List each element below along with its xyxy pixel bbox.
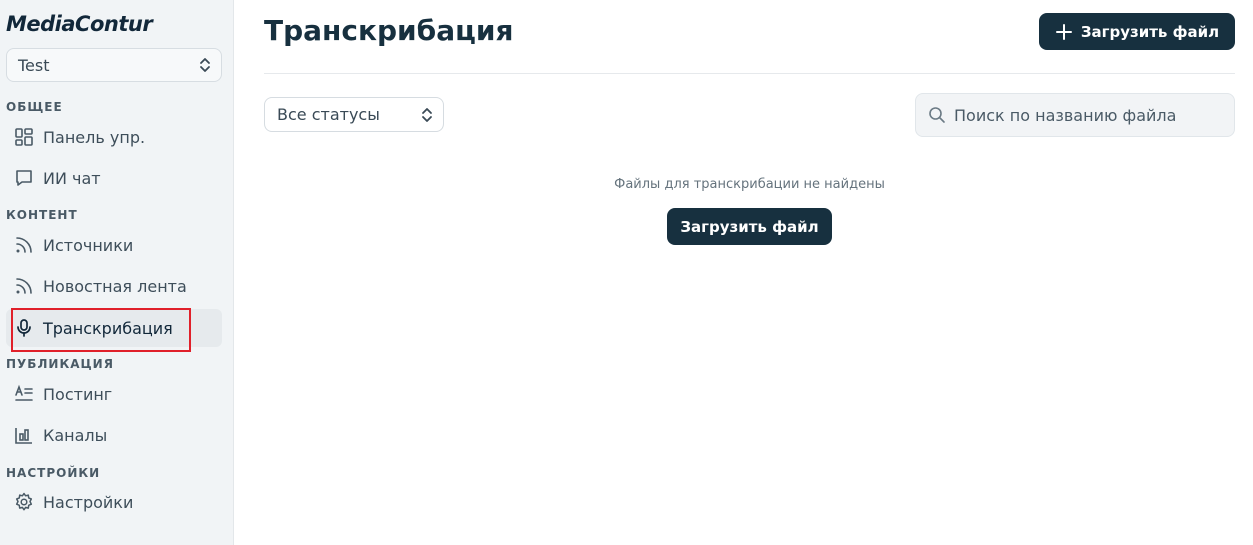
search-icon	[929, 107, 945, 123]
plus-icon	[1055, 23, 1072, 40]
chat-icon	[13, 167, 35, 189]
section-title-publication: ПУБЛИКАЦИЯ	[6, 357, 114, 371]
upload-file-button-label: Загрузить файл	[1080, 22, 1220, 41]
status-filter-select[interactable]: Все статусы	[264, 97, 444, 132]
workspace-select[interactable]: Test	[6, 48, 222, 82]
text-align-icon	[13, 383, 35, 405]
bar-chart-icon	[13, 424, 35, 446]
sidebar-item-label: Постинг	[43, 384, 113, 404]
section-title-content: КОНТЕНТ	[6, 208, 78, 222]
sidebar: MediaContur Test ОБЩЕЕ Панель упр. ИИ ча…	[0, 0, 234, 545]
search-input[interactable]	[954, 105, 1224, 125]
dashboard-icon	[13, 126, 35, 148]
rss-icon	[13, 275, 35, 297]
page-title: Транскрибация	[264, 14, 514, 47]
sidebar-item-label: Настройки	[43, 492, 134, 512]
section-title-settings: НАСТРОЙКИ	[6, 466, 101, 480]
gear-icon	[13, 491, 35, 513]
app-logo: MediaContur	[6, 12, 153, 36]
search-box	[915, 93, 1235, 137]
workspace-select-value: Test	[18, 55, 50, 75]
sidebar-item-label: Новостная лента	[43, 276, 187, 296]
sidebar-item-ai-chat[interactable]: ИИ чат	[6, 159, 222, 197]
empty-state-message: Файлы для транскрибации не найдены	[614, 177, 885, 192]
sidebar-item-label: Транскрибация	[43, 318, 173, 338]
upload-file-button[interactable]: Загрузить файл	[1039, 13, 1235, 50]
sidebar-item-sources[interactable]: Источники	[6, 226, 222, 264]
microphone-icon	[13, 317, 35, 339]
header-divider	[264, 73, 1235, 74]
sidebar-item-label: Панель упр.	[43, 127, 146, 147]
sidebar-item-settings[interactable]: Настройки	[6, 483, 222, 521]
sidebar-item-label: Каналы	[43, 425, 108, 445]
sidebar-item-news-feed[interactable]: Новостная лента	[6, 267, 222, 305]
sidebar-item-channels[interactable]: Каналы	[6, 416, 222, 454]
sidebar-item-transcription[interactable]: Транскрибация	[6, 309, 222, 347]
empty-state-upload-button[interactable]: Загрузить файл	[667, 208, 832, 245]
sidebar-item-label: ИИ чат	[43, 168, 101, 188]
section-title-general: ОБЩЕЕ	[6, 100, 63, 114]
rss-icon	[13, 234, 35, 256]
chevron-up-down-icon	[200, 58, 210, 72]
sidebar-item-dashboard[interactable]: Панель упр.	[6, 118, 222, 156]
sidebar-item-posting[interactable]: Постинг	[6, 375, 222, 413]
sidebar-item-label: Источники	[43, 235, 134, 255]
chevron-up-down-icon	[422, 107, 432, 122]
status-filter-value: Все статусы	[277, 105, 380, 124]
